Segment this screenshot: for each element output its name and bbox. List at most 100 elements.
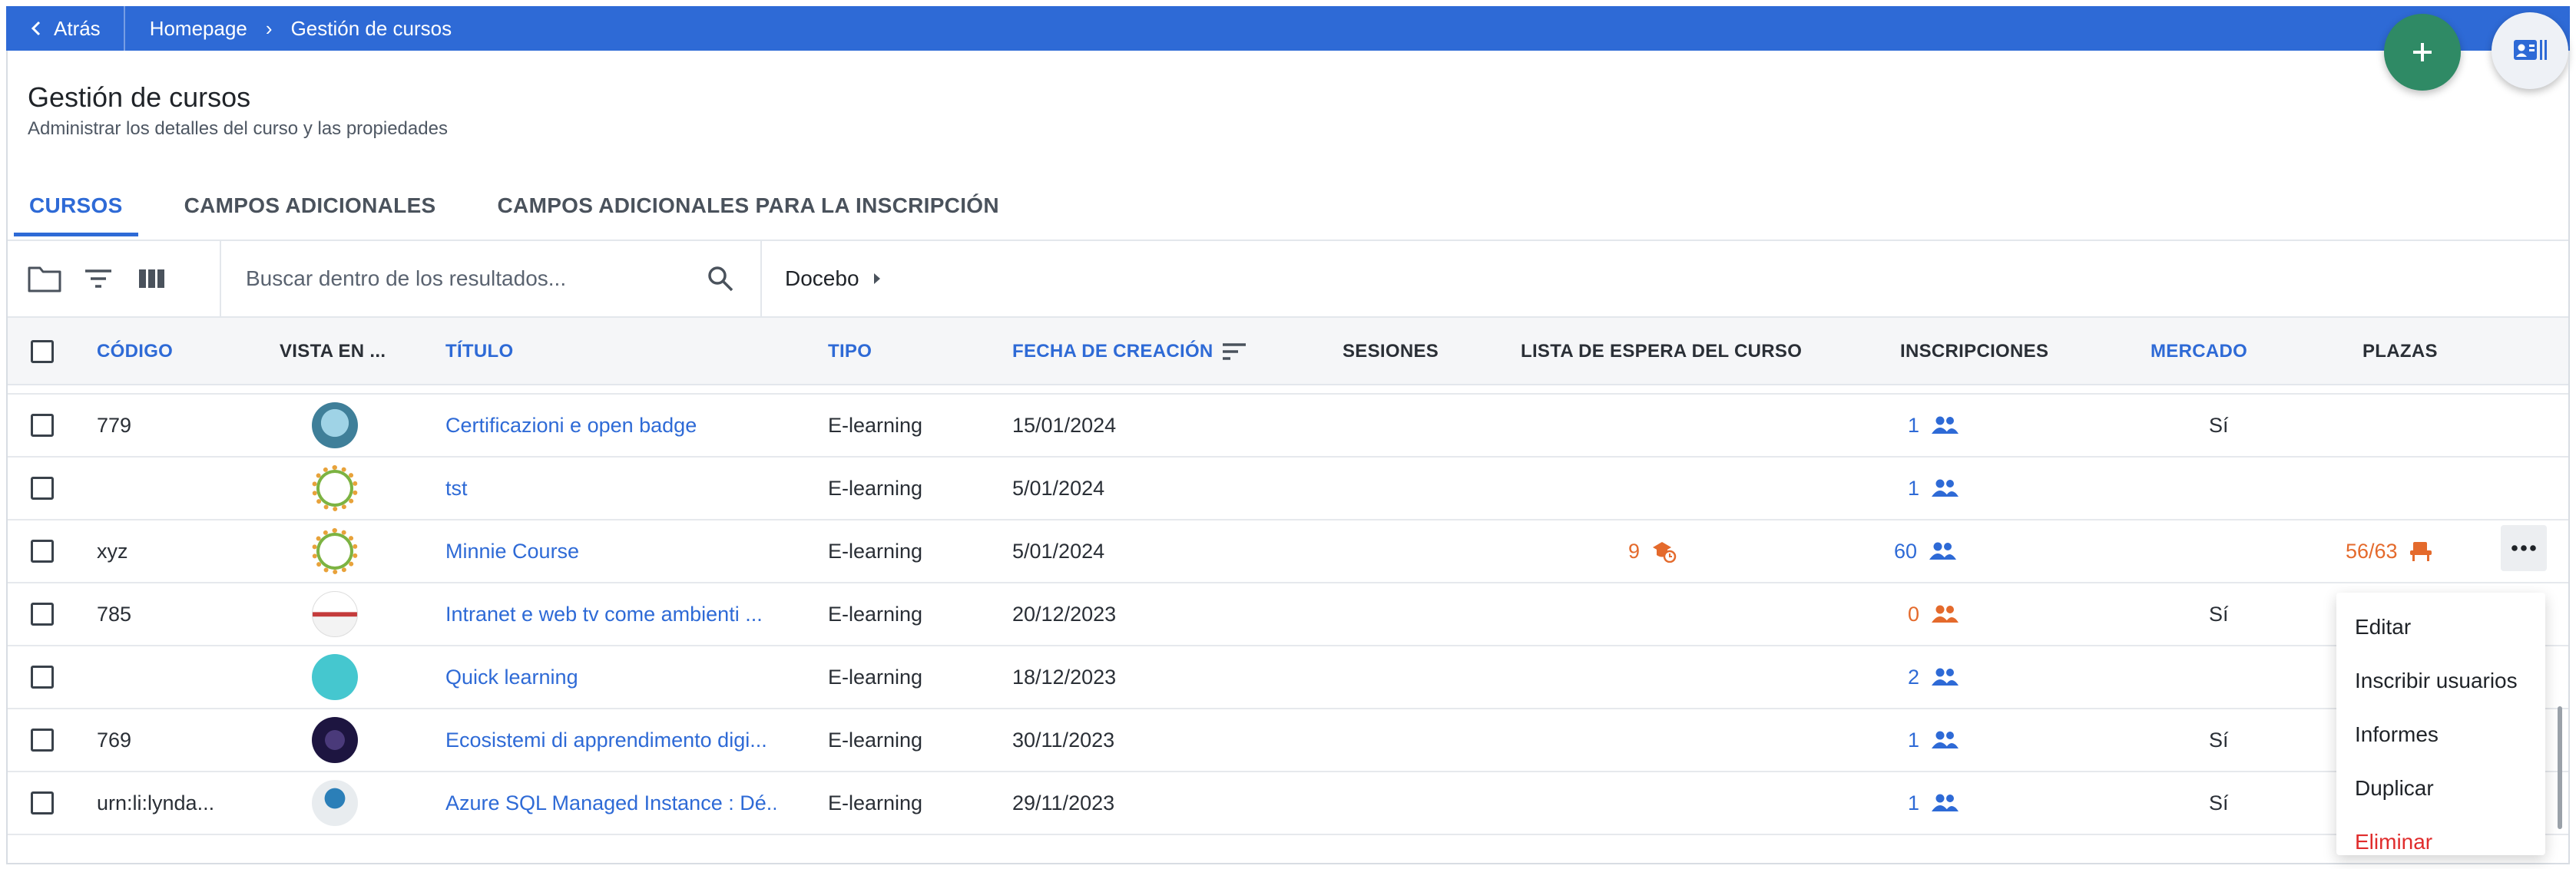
table-row[interactable]: xyz Minnie Course E-learning 5/01/2024 9 60 56… bbox=[8, 520, 2568, 583]
column-fecha-label: FECHA DE CREACIÓN bbox=[1012, 341, 1214, 362]
column-mercado[interactable]: MERCADO bbox=[2151, 318, 2247, 385]
seats-count[interactable]: 56/63 bbox=[2346, 520, 2435, 582]
course-title-link[interactable]: Ecosistemi di apprendimento digi... bbox=[445, 709, 767, 771]
table-row[interactable]: 785 Intranet e web tv come ambienti ... E-… bbox=[8, 583, 2568, 646]
table-row bbox=[8, 385, 2568, 395]
course-type: E-learning bbox=[828, 728, 923, 752]
users-icon bbox=[1928, 541, 1957, 561]
enrollments-count[interactable]: 1 bbox=[1908, 395, 1959, 456]
table-row[interactable]: urn:li:lynda... Azure SQL Managed Instanc… bbox=[8, 772, 2568, 835]
tab-campos-inscripcion[interactable]: CAMPOS ADICIONALES PARA LA INSCRIPCIÓN bbox=[482, 189, 1015, 236]
row-actions-button[interactable] bbox=[2501, 525, 2547, 571]
sort-icon[interactable] bbox=[1221, 342, 1247, 362]
menu-item-inscribir-usuarios[interactable]: Inscribir usuarios bbox=[2336, 654, 2545, 708]
enrollments-value: 1 bbox=[1908, 728, 1920, 752]
row-checkbox[interactable] bbox=[31, 729, 54, 752]
enrollments-count[interactable]: 2 bbox=[1908, 646, 1959, 708]
enrollments-value: 1 bbox=[1908, 476, 1920, 500]
enrollments-value: 0 bbox=[1908, 602, 1920, 626]
tab-campos-adicionales[interactable]: CAMPOS ADICIONALES bbox=[169, 189, 452, 236]
table-row[interactable]: 769 Ecosistemi di apprendimento digi... E-… bbox=[8, 709, 2568, 772]
column-fecha[interactable]: FECHA DE CREACIÓN bbox=[1012, 318, 1247, 385]
column-inscripciones[interactable]: INSCRIPCIONES bbox=[1900, 318, 2048, 385]
enrollments-count[interactable]: 1 bbox=[1908, 458, 1959, 519]
waitlist-count[interactable]: 9 bbox=[1628, 520, 1677, 582]
enrollments-count[interactable]: 0 bbox=[1908, 583, 1959, 645]
users-icon bbox=[1930, 478, 1959, 498]
course-code: urn:li:lynda... bbox=[97, 791, 215, 814]
table-row[interactable]: Quick learning E-learning 18/12/2023 2 bbox=[8, 646, 2568, 709]
toolbar-icons bbox=[8, 241, 221, 316]
column-vista[interactable]: VISTA EN ... bbox=[280, 318, 386, 385]
search-box bbox=[221, 241, 762, 316]
back-button[interactable]: Atrás bbox=[6, 6, 125, 51]
course-thumbnail bbox=[312, 402, 358, 448]
table-toolbar: Docebo bbox=[8, 241, 2568, 318]
columns-icon[interactable] bbox=[134, 260, 171, 297]
filter-icon[interactable] bbox=[80, 260, 117, 297]
row-checkbox[interactable] bbox=[31, 540, 54, 563]
row-checkbox[interactable] bbox=[31, 603, 54, 626]
course-title-link[interactable]: tst bbox=[445, 458, 468, 519]
row-actions-menu: Editar Inscribir usuarios Informes Dupli… bbox=[2336, 593, 2545, 855]
course-thumbnail bbox=[312, 591, 358, 637]
table-row[interactable]: 779 Certificazioni e open badge E-learning… bbox=[8, 395, 2568, 458]
menu-item-editar[interactable]: Editar bbox=[2336, 600, 2545, 654]
enrollments-count[interactable]: 60 bbox=[1894, 520, 1957, 582]
course-thumbnail-cell bbox=[312, 709, 358, 771]
course-thumbnail bbox=[312, 528, 358, 574]
row-checkbox[interactable] bbox=[31, 791, 54, 814]
row-checkbox-cell bbox=[31, 646, 54, 708]
catalog-selector[interactable]: Docebo bbox=[762, 266, 882, 291]
course-creation-date: 18/12/2023 bbox=[1012, 665, 1117, 689]
tab-cursos[interactable]: CURSOS bbox=[14, 189, 138, 236]
column-titulo[interactable]: TÍTULO bbox=[445, 318, 513, 385]
course-thumbnail-cell bbox=[312, 458, 358, 519]
search-input[interactable] bbox=[246, 266, 676, 291]
course-title-link[interactable]: Azure SQL Managed Instance : Dé... bbox=[445, 772, 776, 834]
course-type: E-learning bbox=[828, 476, 923, 500]
course-thumbnail-cell bbox=[312, 395, 358, 456]
menu-item-informes[interactable]: Informes bbox=[2336, 708, 2545, 762]
course-creation-date: 30/11/2023 bbox=[1012, 728, 1115, 752]
course-title-link[interactable]: Certificazioni e open badge bbox=[445, 395, 697, 456]
course-thumbnail bbox=[312, 654, 358, 700]
page-subtitle: Administrar los detalles del curso y las… bbox=[28, 118, 448, 139]
column-lista-espera[interactable]: LISTA DE ESPERA DEL CURSO bbox=[1521, 318, 1802, 385]
course-title-link[interactable]: Intranet e web tv come ambienti ... bbox=[445, 583, 763, 645]
course-code: 769 bbox=[97, 728, 132, 752]
course-code: 785 bbox=[97, 602, 132, 626]
course-title-link[interactable]: Quick learning bbox=[445, 646, 578, 708]
column-plazas[interactable]: PLAZAS bbox=[2362, 318, 2438, 385]
users-icon bbox=[1930, 604, 1959, 624]
table-row[interactable]: tst E-learning 5/01/2024 1 bbox=[8, 458, 2568, 520]
table-header: CÓDIGO VISTA EN ... TÍTULO TIPO FECHA DE… bbox=[8, 318, 2568, 385]
row-checkbox[interactable] bbox=[31, 666, 54, 689]
course-thumbnail-cell bbox=[312, 520, 358, 582]
column-codigo[interactable]: CÓDIGO bbox=[97, 318, 173, 385]
menu-item-duplicar[interactable]: Duplicar bbox=[2336, 762, 2545, 815]
column-sesiones[interactable]: SESIONES bbox=[1343, 318, 1439, 385]
seat-icon bbox=[2409, 540, 2435, 563]
enrollments-count[interactable]: 1 bbox=[1908, 772, 1959, 834]
marketplace-flag: Sí bbox=[2209, 791, 2229, 814]
vertical-scrollbar[interactable] bbox=[2558, 706, 2562, 829]
search-icon[interactable] bbox=[707, 265, 734, 292]
course-thumbnail-cell bbox=[312, 772, 358, 834]
course-thumbnail-cell bbox=[312, 646, 358, 708]
column-tipo[interactable]: TIPO bbox=[828, 318, 872, 385]
course-creation-date: 20/12/2023 bbox=[1012, 602, 1117, 626]
page-title: Gestión de cursos bbox=[28, 81, 251, 113]
course-title-link[interactable]: Minnie Course bbox=[445, 520, 579, 582]
folder-icon[interactable] bbox=[26, 260, 63, 297]
select-all-checkbox[interactable] bbox=[31, 340, 54, 363]
users-icon bbox=[1930, 730, 1959, 750]
course-creation-date: 5/01/2024 bbox=[1012, 476, 1105, 500]
menu-item-eliminar[interactable]: Eliminar bbox=[2336, 815, 2545, 869]
row-checkbox[interactable] bbox=[31, 414, 54, 437]
row-checkbox-cell bbox=[31, 458, 54, 519]
course-code: xyz bbox=[97, 539, 128, 563]
enrollments-count[interactable]: 1 bbox=[1908, 709, 1959, 771]
breadcrumb-homepage[interactable]: Homepage bbox=[150, 17, 247, 41]
row-checkbox[interactable] bbox=[31, 477, 54, 500]
